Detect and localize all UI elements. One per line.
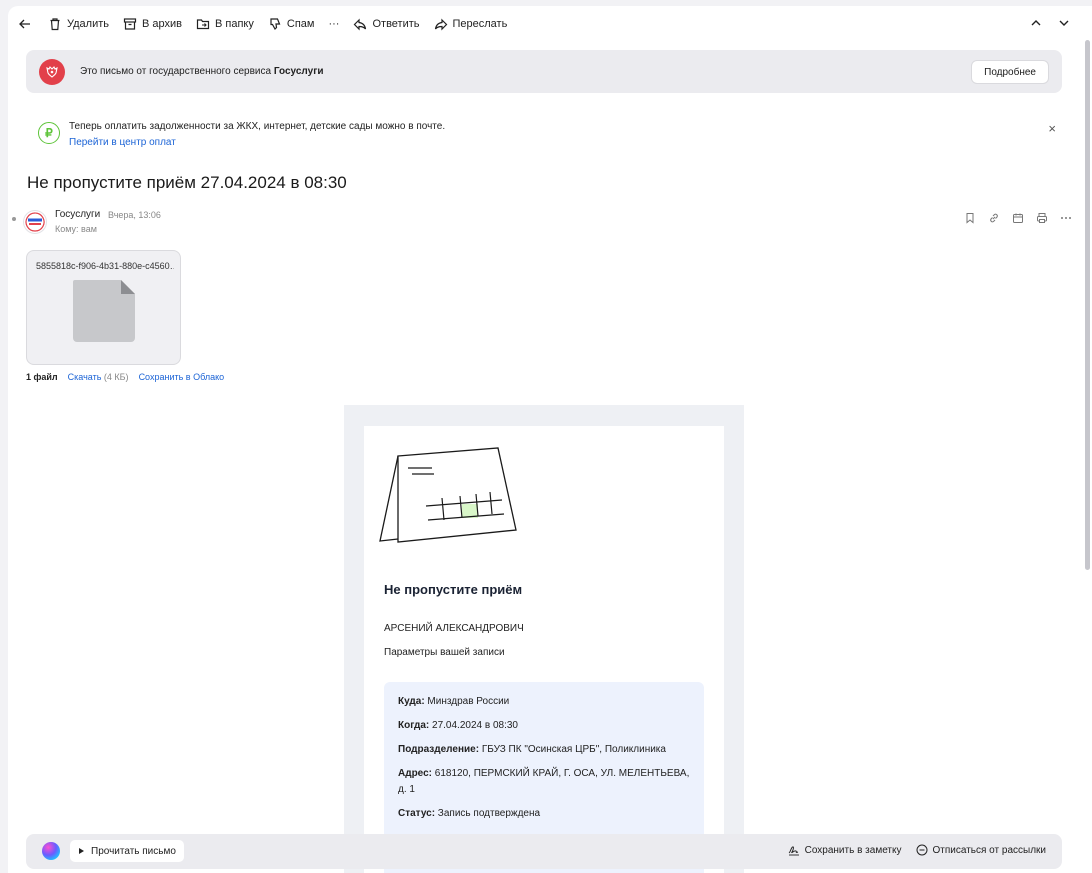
- recipient-line: Кому: вам: [55, 224, 97, 234]
- delete-button[interactable]: Удалить: [48, 17, 109, 31]
- archive-button[interactable]: В архив: [123, 17, 182, 31]
- reply-icon: [354, 18, 367, 31]
- calendar-illustration: [379, 447, 517, 543]
- bookmark-icon[interactable]: [964, 212, 976, 224]
- mail-subject: Не пропустите приём 27.04.2024 в 08:30: [27, 173, 347, 192]
- move-to-folder-label: В папку: [215, 18, 254, 30]
- reply-button[interactable]: Ответить: [353, 17, 420, 31]
- archive-icon: [123, 18, 137, 30]
- attachments-summary: 1 файл Скачать (4 КБ) Сохранить в Облако: [26, 372, 224, 382]
- download-link[interactable]: Скачать: [68, 372, 102, 382]
- file-count: 1 файл: [26, 372, 58, 382]
- attachment-filename: 5855818c-f906-4b31-880e-c4560…: [36, 261, 174, 271]
- gosuslugi-banner: Это письмо от государственного сервиса Г…: [26, 50, 1062, 93]
- detail-label: Куда:: [398, 696, 425, 707]
- spam-button[interactable]: Спам: [268, 17, 315, 31]
- forward-icon: [434, 18, 447, 31]
- unread-dot: [12, 217, 16, 221]
- reply-label: Ответить: [372, 18, 420, 30]
- forward-label: Переслать: [452, 18, 508, 30]
- appointment-params-label: Параметры вашей записи: [384, 647, 505, 658]
- detail-value: Минздрав России: [424, 696, 510, 707]
- mail-body-frame: Не пропустите приём АРСЕНИЙ АЛЕКСАНДРОВИ…: [344, 405, 744, 873]
- detail-value: Запись подтверждена: [435, 808, 541, 819]
- detail-label: Подразделение:: [398, 744, 480, 755]
- detail-row-where: Куда: Минздрав России: [398, 694, 690, 710]
- patient-name: АРСЕНИЙ АЛЕКСАНДРОВИЧ: [384, 623, 524, 634]
- more-actions-button[interactable]: ···: [328, 18, 339, 30]
- message-navigation: [1030, 17, 1070, 29]
- delete-label: Удалить: [67, 18, 109, 30]
- scrollbar[interactable]: [1085, 40, 1090, 570]
- signature-icon: [788, 846, 799, 856]
- detail-value: 27.04.2024 в 08:30: [429, 720, 518, 731]
- sender-row: Госуслуги Вчера, 13:06 Кому: вам: [12, 207, 1072, 239]
- save-to-note-button[interactable]: Сохранить в заметку: [788, 844, 902, 856]
- back-button[interactable]: [18, 17, 32, 31]
- file-icon: [73, 280, 135, 342]
- close-icon[interactable]: ×: [1048, 121, 1056, 136]
- message-actions: [964, 212, 1072, 224]
- gosuslugi-banner-brand: Госуслуги: [273, 66, 324, 77]
- bottom-bar-actions: Сохранить в заметку Отписаться от рассыл…: [788, 844, 1046, 856]
- arrow-left-icon: [19, 19, 30, 29]
- detail-label: Статус:: [398, 808, 436, 819]
- read-aloud-button[interactable]: Прочитать письмо: [70, 840, 184, 862]
- file-size: (4 КБ): [103, 372, 129, 382]
- forward-button[interactable]: Переслать: [434, 17, 508, 31]
- save-to-note-label: Сохранить в заметку: [804, 844, 902, 856]
- detail-label: Когда:: [398, 720, 430, 731]
- detail-value: 618120, ПЕРМСКИЙ КРАЙ, Г. ОСА, УЛ. МЕЛЕН…: [398, 768, 690, 795]
- gosuslugi-emblem-icon: [39, 58, 65, 85]
- play-icon: [79, 848, 84, 854]
- sender-name[interactable]: Госуслуги: [55, 209, 100, 220]
- read-aloud-label: Прочитать письмо: [91, 845, 176, 857]
- detail-label: Адрес:: [398, 768, 432, 779]
- print-icon[interactable]: [1036, 212, 1048, 224]
- chevron-down-icon[interactable]: [1058, 17, 1070, 29]
- ruble-icon: ₽: [38, 122, 60, 144]
- detail-row-when: Когда: 27.04.2024 в 08:30: [398, 718, 690, 734]
- more-info-button[interactable]: Подробнее: [971, 60, 1049, 84]
- assistant-orb-icon[interactable]: [42, 842, 60, 860]
- mail-page: Удалить В архив В папку Спам ··· Ответит…: [8, 6, 1092, 873]
- thumbs-down-icon: [270, 18, 281, 30]
- detail-row-status: Статус: Запись подтверждена: [398, 806, 690, 822]
- calendar-icon[interactable]: [1012, 212, 1024, 224]
- mail-body-card: Не пропустите приём АРСЕНИЙ АЛЕКСАНДРОВИ…: [364, 426, 724, 873]
- sender-time: Вчера, 13:06: [108, 210, 161, 220]
- more-dots: ···: [328, 18, 340, 30]
- attachment-card[interactable]: 5855818c-f906-4b31-880e-c4560…: [26, 250, 181, 365]
- gosuslugi-banner-prefix: Это письмо от государственного сервиса: [80, 66, 272, 77]
- save-to-cloud-link[interactable]: Сохранить в Облако: [139, 372, 225, 382]
- payment-center-link[interactable]: Перейти в центр оплат: [69, 137, 176, 148]
- move-to-folder-button[interactable]: В папку: [196, 17, 254, 31]
- trash-icon: [50, 18, 60, 31]
- mail-toolbar: Удалить В архив В папку Спам ··· Ответит…: [8, 6, 1092, 42]
- gosuslugi-banner-text: Это письмо от государственного сервиса Г…: [80, 66, 324, 77]
- mail-body-title: Не пропустите приём: [384, 582, 523, 597]
- sender-avatar[interactable]: [23, 210, 47, 234]
- more-icon[interactable]: [1060, 212, 1072, 224]
- unsubscribe-label: Отписаться от рассылки: [932, 844, 1047, 856]
- payment-promo-text: Теперь оплатить задолженности за ЖКХ, ин…: [69, 121, 446, 132]
- detail-value: ГБУЗ ПК "Осинская ЦРБ", Поликлиника: [479, 744, 666, 755]
- unsubscribe-button[interactable]: Отписаться от рассылки: [916, 844, 1047, 856]
- detail-row-address: Адрес: 618120, ПЕРМСКИЙ КРАЙ, Г. ОСА, УЛ…: [398, 766, 690, 798]
- spam-label: Спам: [286, 18, 315, 30]
- detail-row-department: Подразделение: ГБУЗ ПК "Осинская ЦРБ", П…: [398, 742, 690, 758]
- folder-move-icon: [196, 19, 210, 30]
- chevron-up-icon[interactable]: [1030, 17, 1042, 29]
- link-icon[interactable]: [988, 212, 1000, 224]
- archive-label: В архив: [142, 18, 182, 30]
- minus-circle-icon: [916, 844, 927, 856]
- payment-promo-banner: ₽ Теперь оплатить задолженности за ЖКХ, …: [26, 110, 1062, 156]
- bottom-action-bar: Прочитать письмо Сохранить в заметку Отп…: [26, 834, 1062, 869]
